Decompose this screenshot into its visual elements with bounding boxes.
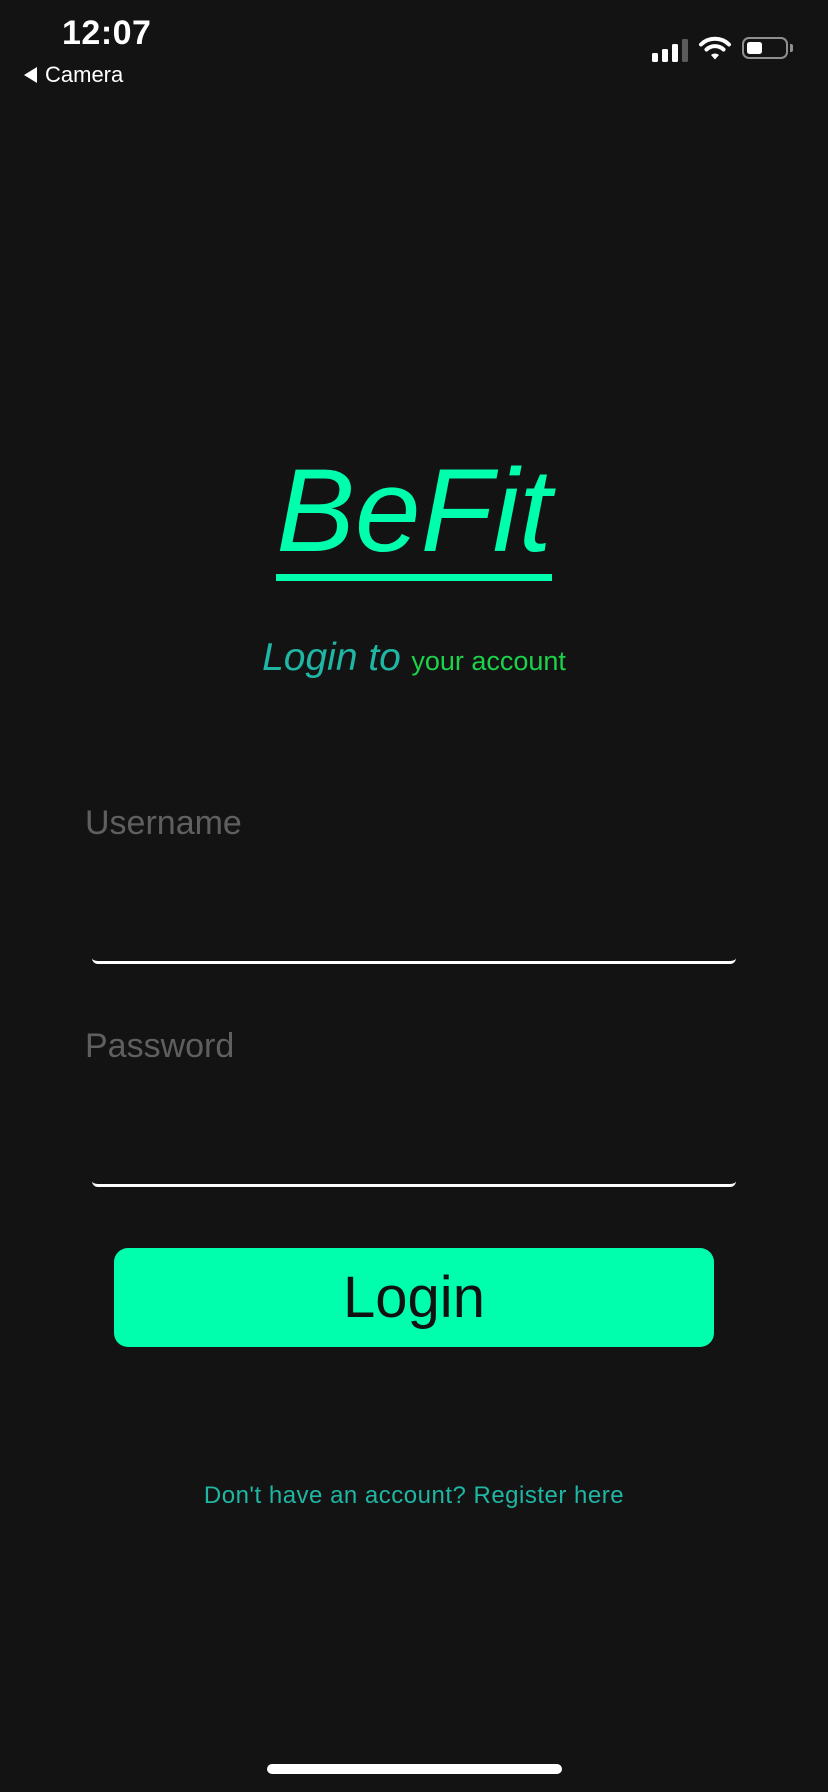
battery-icon [742, 37, 788, 59]
back-to-camera-link[interactable]: Camera [24, 62, 123, 88]
password-input[interactable] [85, 1089, 745, 1169]
wifi-icon [699, 36, 731, 60]
page-subtitle: Login to your account [0, 636, 828, 680]
back-arrow-icon [24, 67, 37, 83]
login-button[interactable]: Login [114, 1248, 714, 1347]
subtitle-light: your account [411, 646, 566, 676]
app-logo: BeFit [0, 452, 828, 581]
status-time: 12:07 [62, 14, 152, 52]
cellular-signal-icon [652, 38, 688, 62]
username-label: Username [85, 804, 242, 842]
back-label: Camera [45, 62, 124, 87]
username-underline [92, 958, 736, 964]
username-input[interactable] [85, 866, 745, 946]
password-label: Password [85, 1027, 235, 1065]
logo-text: BeFit [276, 452, 552, 581]
password-underline [92, 1181, 736, 1187]
subtitle-strong: Login to [262, 636, 401, 679]
home-indicator [267, 1764, 562, 1774]
register-link[interactable]: Don't have an account? Register here [0, 1482, 828, 1510]
battery-cap [790, 44, 793, 52]
